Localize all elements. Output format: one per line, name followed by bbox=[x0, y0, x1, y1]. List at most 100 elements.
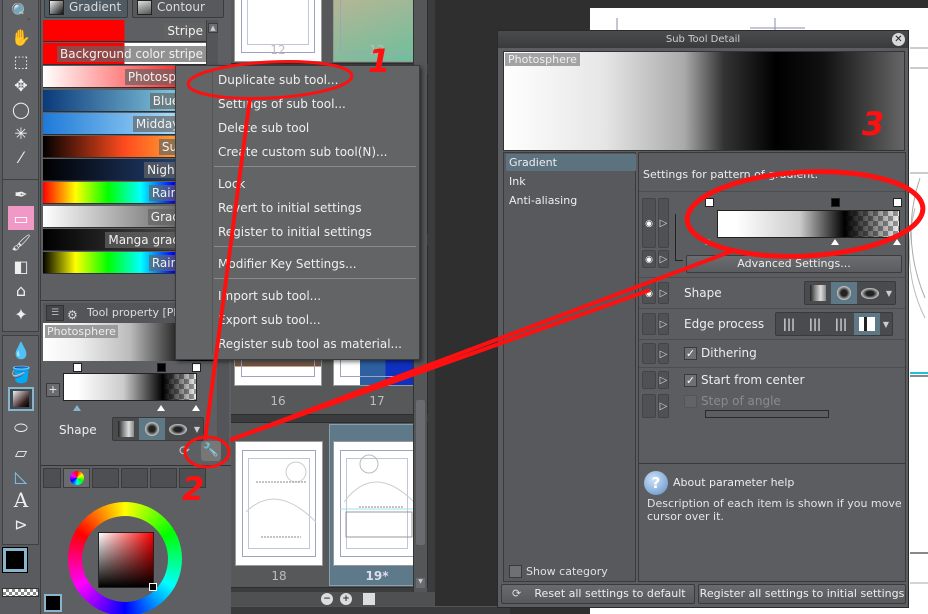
eye-icon[interactable] bbox=[642, 343, 656, 364]
fill-tool-icon[interactable]: 🪣 bbox=[8, 362, 34, 386]
shape-dropdown-icon[interactable]: ▼ bbox=[191, 418, 203, 440]
edge-dropdown-icon[interactable]: ▼ bbox=[880, 313, 892, 335]
color-slider-tab[interactable] bbox=[92, 468, 119, 488]
expand-icon[interactable]: ▷ bbox=[658, 250, 669, 268]
balloon-tool-icon[interactable]: ⊳ bbox=[8, 512, 34, 536]
menu-item[interactable]: Export sub tool... bbox=[218, 310, 321, 330]
eye-icon[interactable]: ◉ bbox=[642, 198, 656, 248]
category-gradient[interactable]: Gradient bbox=[506, 154, 636, 171]
checkbox-box[interactable]: ✓ bbox=[684, 346, 697, 360]
color-stop-transparent[interactable] bbox=[192, 363, 201, 372]
airbrush-icon[interactable]: ⌂ bbox=[8, 278, 34, 302]
edge-empty-button[interactable] bbox=[854, 313, 880, 335]
edge-reverse-button[interactable]: ||| bbox=[828, 313, 854, 335]
lasso-tool-icon[interactable]: ◯ bbox=[8, 97, 34, 121]
menu-item[interactable]: Settings of sub tool... bbox=[218, 94, 346, 114]
category-ink[interactable]: Ink bbox=[506, 173, 636, 190]
panel-menu-icon[interactable] bbox=[43, 468, 61, 488]
wrench-settings-icon[interactable]: 🔧 bbox=[201, 441, 221, 461]
add-stop-button[interactable]: + bbox=[46, 383, 60, 397]
scroll-down-button[interactable]: ▼ bbox=[416, 578, 425, 588]
color-stop-white[interactable] bbox=[705, 198, 714, 207]
shape-dropdown-icon[interactable]: ▼ bbox=[883, 282, 895, 304]
move-layer-icon[interactable]: ✥ bbox=[8, 73, 34, 97]
intermediate-color-tab[interactable] bbox=[150, 468, 177, 488]
expand-icon[interactable]: ▷ bbox=[658, 198, 669, 248]
menu-item[interactable]: Lock bbox=[218, 174, 245, 194]
opacity-stop[interactable] bbox=[157, 405, 165, 411]
dithering-checkbox[interactable]: ✓ Dithering bbox=[684, 346, 757, 360]
transparent-color-swatch[interactable] bbox=[2, 588, 39, 597]
ruler-tool-icon[interactable]: ◺ bbox=[8, 464, 34, 488]
zoom-out-button[interactable]: − bbox=[321, 593, 333, 605]
show-category-checkbox[interactable]: Show category bbox=[509, 565, 608, 578]
expand-icon[interactable]: ▷ bbox=[658, 343, 669, 364]
start-from-center-checkbox[interactable]: ✓ Start from center bbox=[684, 373, 804, 387]
frame-border-icon[interactable]: ▱ bbox=[8, 440, 34, 464]
reset-all-settings-button[interactable]: ⟳ Reset all settings to default bbox=[501, 584, 695, 604]
eraser-tool-icon[interactable]: ▭ bbox=[8, 206, 34, 230]
eye-icon[interactable] bbox=[642, 313, 656, 335]
color-picker-handle[interactable] bbox=[149, 583, 157, 591]
fit-page-button[interactable] bbox=[363, 593, 375, 605]
panel-menu-icon[interactable]: ☰ bbox=[46, 305, 64, 321]
category-anti-aliasing[interactable]: Anti-aliasing bbox=[506, 192, 636, 209]
brush-tool-icon[interactable]: 🖌 bbox=[8, 230, 34, 254]
zoom-in-button[interactable]: + bbox=[340, 593, 352, 605]
shape-ellipse-button[interactable] bbox=[165, 418, 191, 440]
checkbox-box[interactable] bbox=[509, 565, 522, 578]
menu-item[interactable]: Duplicate sub tool... bbox=[218, 70, 338, 90]
close-button[interactable]: ✕ bbox=[892, 33, 905, 46]
eye-icon[interactable] bbox=[642, 394, 656, 418]
shape-ellipse-button[interactable] bbox=[857, 282, 883, 304]
eyedropper-icon[interactable]: ⁄ bbox=[8, 145, 34, 169]
menu-item[interactable]: Import sub tool... bbox=[218, 286, 321, 306]
expand-icon[interactable]: ▷ bbox=[658, 394, 669, 418]
figure-tool-icon[interactable]: ⬭ bbox=[8, 416, 34, 440]
gradient-editor-bar[interactable] bbox=[717, 210, 900, 238]
saturation-value-square[interactable] bbox=[98, 532, 154, 588]
menu-item[interactable]: Register sub tool as material... bbox=[218, 334, 402, 354]
menu-item[interactable]: Register to initial settings bbox=[218, 222, 372, 242]
text-tool-icon[interactable]: A bbox=[8, 488, 34, 512]
eye-icon[interactable] bbox=[642, 371, 656, 389]
color-stop-white[interactable] bbox=[73, 363, 82, 372]
expand-icon[interactable]: ▷ bbox=[658, 282, 669, 304]
opacity-stop[interactable] bbox=[831, 239, 839, 245]
subtool-tab-contour-line[interactable]: Contour line bbox=[132, 0, 224, 34]
blend-tool-icon[interactable]: 💧 bbox=[8, 338, 34, 362]
shape-linear-button[interactable] bbox=[113, 418, 139, 440]
color-stop-black[interactable] bbox=[831, 198, 840, 207]
color-stop-transparent[interactable] bbox=[893, 198, 902, 207]
edge-none-button[interactable]: ||| bbox=[776, 313, 802, 335]
shape-circle-button[interactable] bbox=[831, 282, 857, 304]
main-color-swatch[interactable] bbox=[2, 547, 28, 573]
expand-icon[interactable]: ▷ bbox=[658, 313, 669, 335]
checkbox-box[interactable]: ✓ bbox=[684, 373, 697, 387]
zoom-tool-icon[interactable]: 🔍 bbox=[8, 0, 34, 23]
decoration-icon[interactable]: ✦ bbox=[8, 302, 34, 326]
gradient-tool-icon[interactable] bbox=[8, 387, 34, 411]
eye-icon[interactable]: ◉ bbox=[642, 282, 656, 304]
magic-wand-icon[interactable]: ✳ bbox=[8, 121, 34, 145]
opacity-stop[interactable] bbox=[73, 405, 81, 411]
edge-repeat-button[interactable]: ||| bbox=[802, 313, 828, 335]
shape-linear-button[interactable] bbox=[805, 282, 831, 304]
page-thumbnail-19[interactable] bbox=[333, 441, 421, 566]
menu-item[interactable]: Revert to initial settings bbox=[218, 198, 362, 218]
shape-circle-button[interactable] bbox=[139, 418, 165, 440]
gradient-editor-bar[interactable] bbox=[63, 373, 197, 401]
reset-icon[interactable]: ⟳ bbox=[179, 444, 190, 459]
pen-tool-icon[interactable]: ✒ bbox=[8, 182, 34, 206]
color-set-tab[interactable] bbox=[121, 468, 148, 488]
subtool-tab-gradient[interactable]: Gradient bbox=[44, 0, 128, 18]
hand-tool-icon[interactable]: ✋ bbox=[8, 25, 34, 49]
color-wheel-tab[interactable] bbox=[63, 468, 90, 488]
opacity-stop[interactable] bbox=[893, 239, 901, 245]
main-color-chip[interactable] bbox=[44, 594, 62, 612]
gradient-list-item[interactable]: Background color stripe bbox=[43, 43, 206, 66]
scroll-up-button[interactable]: ▲ bbox=[208, 23, 218, 33]
gradient-list-item[interactable]: Stripe bbox=[43, 20, 206, 42]
eraser-icon[interactable]: ◧ bbox=[8, 254, 34, 278]
opacity-stop[interactable] bbox=[192, 405, 200, 411]
